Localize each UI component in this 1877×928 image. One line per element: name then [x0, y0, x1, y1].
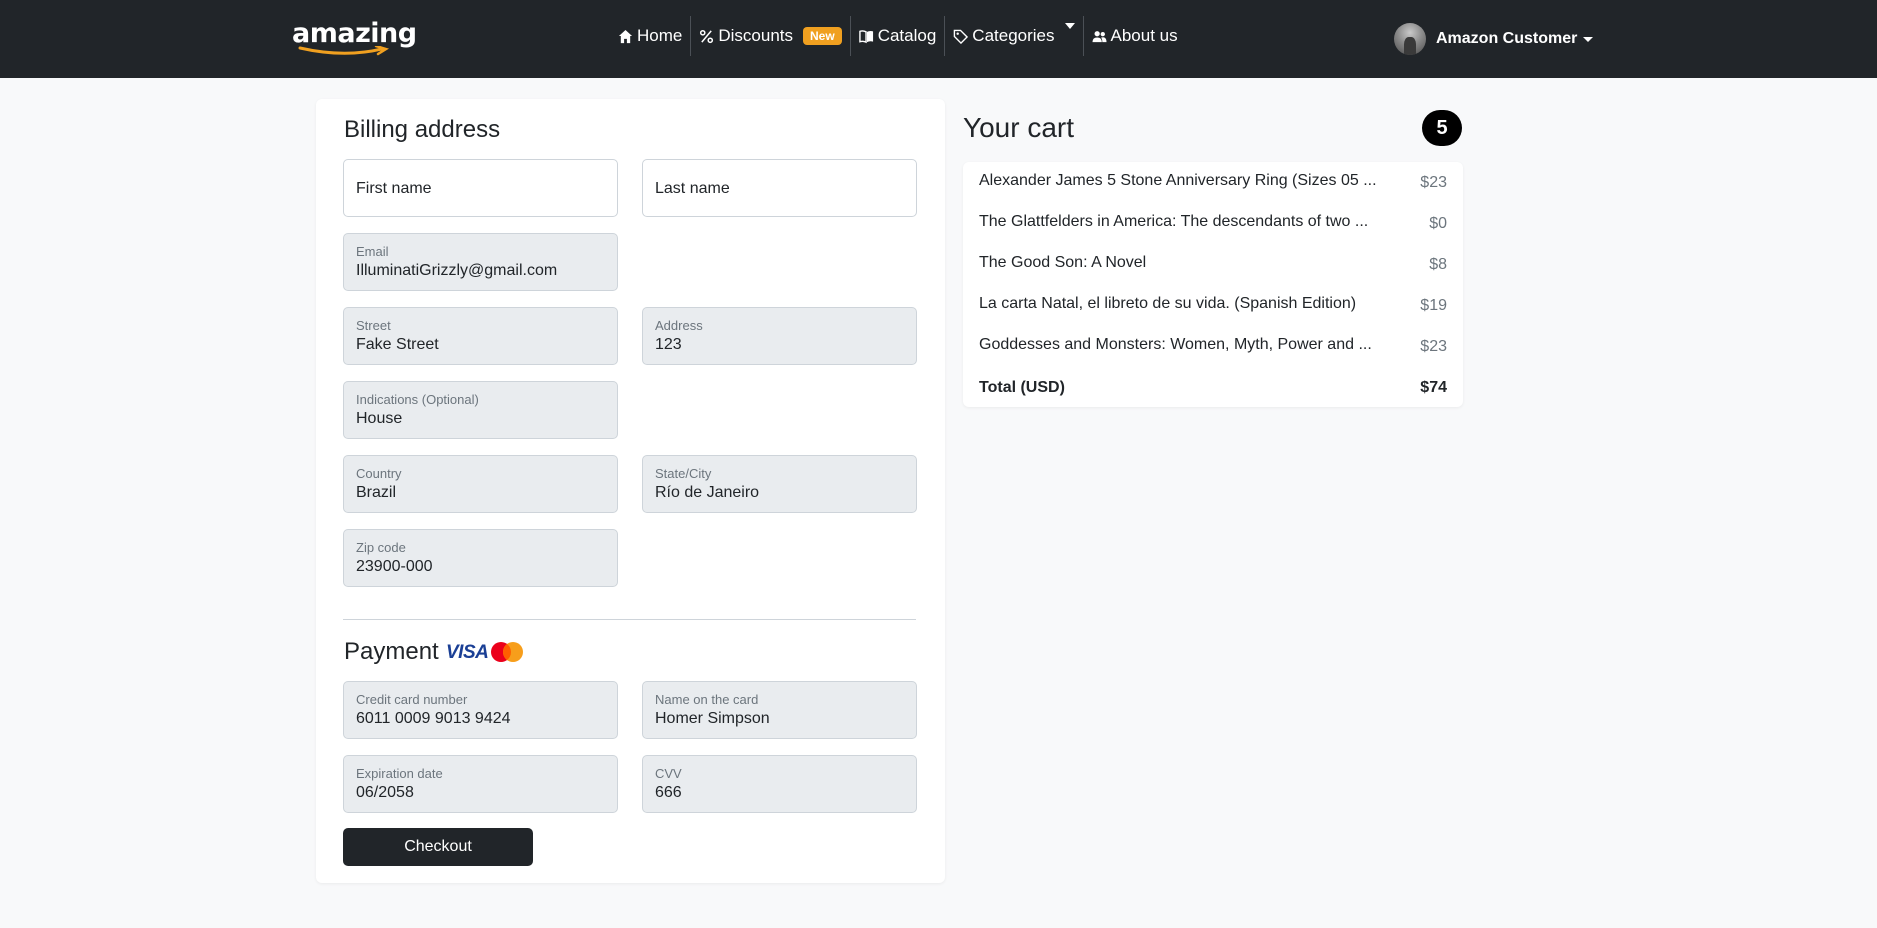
billing-card: Billing address First name Last name Ema…	[316, 99, 945, 883]
card-name-value: Homer Simpson	[655, 710, 770, 727]
cart-item[interactable]: Alexander James 5 Stone Anniversary Ring…	[979, 172, 1447, 196]
indications-value: House	[356, 410, 403, 427]
tag-icon	[953, 29, 969, 44]
address-label: Address	[655, 318, 703, 333]
state-city-value: Río de Janeiro	[655, 484, 760, 501]
brand-logo[interactable]: amazing	[292, 18, 417, 49]
card-name-label: Name on the card	[655, 692, 759, 707]
cart-item-name: The Glattfelders in America: The descend…	[979, 213, 1369, 230]
nav-categories-label: Categories	[972, 26, 1055, 45]
cart-item-name: La carta Natal, el libreto de su vida. (…	[979, 295, 1357, 312]
cart-total-label: Total (USD)	[979, 379, 1065, 396]
expiration-value: 06/2058	[356, 784, 414, 801]
nav-discounts-label: Discounts	[718, 26, 793, 45]
nav-catalog[interactable]: Catalog	[851, 20, 945, 52]
country-label: Country	[356, 466, 402, 481]
new-badge: New	[803, 27, 842, 45]
cvv-value: 666	[655, 784, 682, 801]
street-value: Fake Street	[356, 336, 439, 353]
zip-code-label: Zip code	[356, 540, 406, 555]
cart-item[interactable]: Goddesses and Monsters: Women, Myth, Pow…	[979, 336, 1447, 360]
main-nav: Home Discounts New Catalog Categories Ab…	[610, 16, 1186, 56]
card-number-field[interactable]: Credit card number 6011 0009 9013 9424	[343, 681, 618, 739]
user-menu[interactable]: Amazon Customer	[1394, 23, 1594, 55]
avatar	[1394, 23, 1426, 55]
street-label: Street	[356, 318, 391, 333]
address-field[interactable]: Address 123	[642, 307, 917, 365]
zip-code-value: 23900-000	[356, 558, 433, 575]
nav-about-label: About us	[1110, 26, 1178, 45]
cart-item-price: $23	[1420, 338, 1447, 355]
section-divider	[343, 619, 916, 620]
payment-title: Payment	[344, 638, 439, 665]
card-number-label: Credit card number	[356, 692, 468, 707]
cart-title: Your cart	[963, 112, 1075, 143]
cart-item[interactable]: The Glattfelders in America: The descend…	[979, 213, 1447, 237]
indications-label: Indications (Optional)	[356, 392, 479, 407]
cart-item-price: $8	[1429, 256, 1447, 273]
first-name-placeholder: First name	[356, 180, 432, 197]
chevron-down-icon	[1064, 23, 1075, 29]
chevron-down-icon	[1583, 36, 1594, 42]
cart-list: Alexander James 5 Stone Anniversary Ring…	[963, 162, 1463, 407]
book-icon	[858, 29, 874, 44]
last-name-field[interactable]: Last name	[642, 159, 917, 217]
cart-total-row: Total (USD) $74	[979, 379, 1447, 403]
country-field[interactable]: Country Brazil	[343, 455, 618, 513]
card-number-value: 6011 0009 9013 9424	[356, 710, 511, 727]
cart-count-badge: 5	[1422, 110, 1462, 146]
cart-item[interactable]: The Good Son: A Novel $8	[979, 254, 1447, 278]
cart-item-price: $0	[1429, 215, 1447, 232]
brand-smile-icon	[298, 46, 390, 56]
indications-field[interactable]: Indications (Optional) House	[343, 381, 618, 439]
users-icon	[1091, 29, 1107, 44]
cart-item-name: Goddesses and Monsters: Women, Myth, Pow…	[979, 336, 1372, 353]
email-label: Email	[356, 244, 389, 259]
expiration-label: Expiration date	[356, 766, 443, 781]
zip-code-field[interactable]: Zip code 23900-000	[343, 529, 618, 587]
state-city-label: State/City	[655, 466, 712, 481]
nav-home-label: Home	[637, 26, 683, 45]
visa-logo: VISA	[446, 642, 489, 663]
first-name-field[interactable]: First name	[343, 159, 618, 217]
nav-discounts[interactable]: Discounts New	[691, 20, 849, 52]
nav-catalog-label: Catalog	[877, 26, 937, 45]
nav-home[interactable]: Home	[610, 20, 690, 52]
percent-icon	[699, 29, 714, 44]
cart-item[interactable]: La carta Natal, el libreto de su vida. (…	[979, 295, 1447, 319]
card-name-field[interactable]: Name on the card Homer Simpson	[642, 681, 917, 739]
top-navbar: amazing Home Discounts New Catalog Categ…	[0, 0, 1877, 78]
street-field[interactable]: Street Fake Street	[343, 307, 618, 365]
user-name: Amazon Customer	[1436, 30, 1578, 47]
address-value: 123	[655, 336, 682, 353]
cart-item-name: The Good Son: A Novel	[979, 254, 1147, 271]
checkout-button[interactable]: Checkout	[343, 828, 533, 866]
cart-item-price: $19	[1420, 297, 1447, 314]
nav-categories[interactable]: Categories	[945, 20, 1082, 52]
cart-total-value: $74	[1420, 379, 1447, 396]
cvv-label: CVV	[655, 766, 682, 781]
billing-title: Billing address	[344, 116, 501, 143]
expiration-field[interactable]: Expiration date 06/2058	[343, 755, 618, 813]
cart-item-name: Alexander James 5 Stone Anniversary Ring…	[979, 172, 1377, 189]
email-field[interactable]: Email IlluminatiGrizzly@gmail.com	[343, 233, 618, 291]
cvv-field[interactable]: CVV 666	[642, 755, 917, 813]
home-icon	[618, 29, 633, 44]
nav-about[interactable]: About us	[1084, 20, 1186, 52]
mastercard-logo	[491, 642, 523, 662]
cart-item-price: $23	[1420, 174, 1447, 191]
last-name-placeholder: Last name	[655, 180, 730, 197]
country-value: Brazil	[356, 484, 397, 501]
state-city-field[interactable]: State/City Río de Janeiro	[642, 455, 917, 513]
email-value: IlluminatiGrizzly@gmail.com	[356, 262, 558, 279]
